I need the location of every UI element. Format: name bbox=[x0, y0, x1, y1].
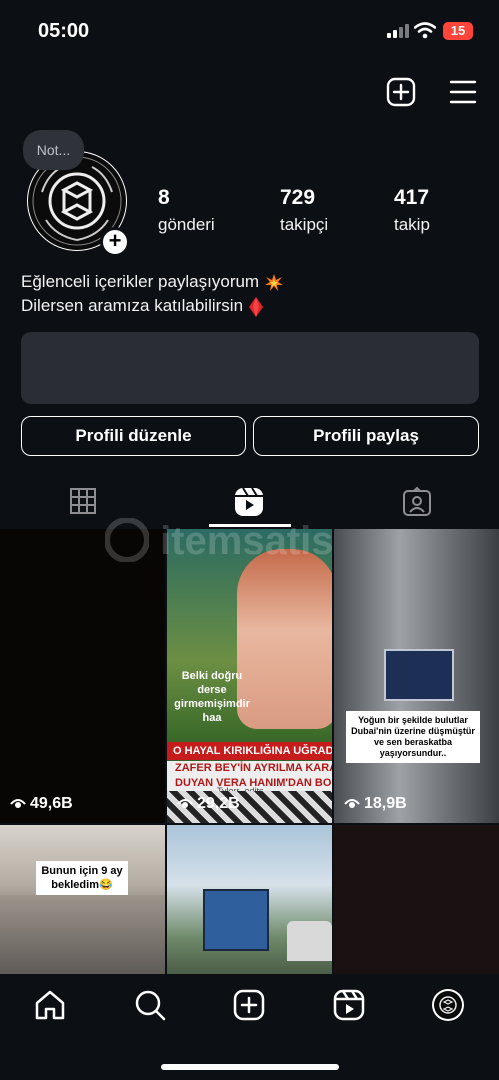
reel-caption-4: Bunun için 9 ay bekledim😂 bbox=[36, 861, 128, 895]
red-diamond-emoji-icon bbox=[248, 296, 263, 317]
reel-tile-4[interactable]: Bunun için 9 ay bekledim😂 bbox=[0, 825, 165, 974]
reel-tile-5[interactable] bbox=[167, 825, 332, 974]
reel-views-2: 29,2B bbox=[177, 795, 240, 813]
reel-tile-2[interactable]: Belki doğru derse girmemişimdir haa O HA… bbox=[167, 529, 332, 823]
watermark-logo-icon bbox=[104, 517, 150, 563]
following-count: 417 bbox=[394, 186, 430, 209]
reels-icon bbox=[235, 487, 263, 516]
add-story-icon[interactable]: + bbox=[100, 227, 130, 257]
reel-thumbnail-truck bbox=[203, 889, 269, 951]
home-icon[interactable] bbox=[33, 988, 67, 1022]
reels-nav-icon[interactable] bbox=[332, 988, 366, 1022]
home-indicator bbox=[161, 1064, 339, 1070]
status-bar: 05:00 15 bbox=[0, 0, 499, 64]
eye-icon bbox=[10, 799, 26, 808]
eye-icon bbox=[177, 799, 193, 808]
profile-info-card[interactable] bbox=[21, 332, 479, 404]
followers-count: 729 bbox=[280, 186, 316, 209]
posts-label: gönderi bbox=[158, 215, 215, 234]
reel-tile-3[interactable]: Yoğun bir şekilde bulutlar Dubai'nin üze… bbox=[334, 529, 499, 823]
reel-tile-1[interactable]: 49,6B bbox=[0, 529, 165, 823]
edit-profile-button[interactable]: Profili düzenle bbox=[21, 416, 246, 456]
create-icon[interactable] bbox=[232, 988, 266, 1022]
status-time: 05:00 bbox=[38, 20, 90, 42]
stat-followers[interactable]: 729 takipçi bbox=[280, 186, 328, 235]
eye-icon bbox=[344, 799, 360, 808]
signal-icon bbox=[387, 24, 409, 38]
bio: Eğlenceli içerikler paylaşıyorum Dilerse… bbox=[21, 270, 284, 318]
watermark: itemsatis bbox=[104, 517, 405, 563]
reel-banner-1: O HAYAL KIRIKLIĞINA UĞRADI... bbox=[167, 742, 332, 760]
battery-icon: 15 bbox=[443, 22, 473, 40]
reel-caption-3: Yoğun bir şekilde bulutlar Dubai'nin üze… bbox=[346, 711, 480, 763]
reel-views-3: 18,9B bbox=[344, 795, 407, 813]
wifi-icon bbox=[414, 22, 436, 39]
profile-avatar-icon[interactable] bbox=[431, 988, 465, 1022]
bio-line-2: Dilersen aramıza katılabilirsin bbox=[21, 296, 244, 315]
posts-count: 8 bbox=[158, 186, 170, 209]
elevator-panel bbox=[384, 649, 454, 701]
followers-label: takipçi bbox=[280, 215, 329, 234]
grid-icon bbox=[70, 488, 96, 514]
menu-icon[interactable] bbox=[449, 79, 477, 105]
stat-posts[interactable]: 8 gönderi bbox=[158, 186, 215, 235]
stat-following[interactable]: 417 takip bbox=[394, 186, 430, 235]
reel-tile-6[interactable] bbox=[334, 825, 499, 974]
reel-thumbnail-car bbox=[287, 921, 332, 961]
search-icon[interactable] bbox=[133, 988, 167, 1022]
share-profile-button[interactable]: Profili paylaş bbox=[253, 416, 479, 456]
reels-grid: 49,6B Belki doğru derse girmemişimdir ha… bbox=[0, 529, 499, 974]
collision-emoji-icon bbox=[264, 273, 283, 291]
following-label: takip bbox=[394, 215, 430, 234]
reel-thumbnail-room bbox=[0, 895, 165, 974]
add-post-icon[interactable] bbox=[386, 77, 416, 107]
note-bubble[interactable]: Not... bbox=[23, 130, 84, 170]
reel-views-1: 49,6B bbox=[10, 795, 73, 813]
tagged-icon bbox=[403, 487, 431, 516]
bio-line-1: Eğlenceli içerikler paylaşıyorum bbox=[21, 272, 260, 291]
reel-caption-2: Belki doğru derse girmemişimdir haa bbox=[174, 670, 250, 724]
